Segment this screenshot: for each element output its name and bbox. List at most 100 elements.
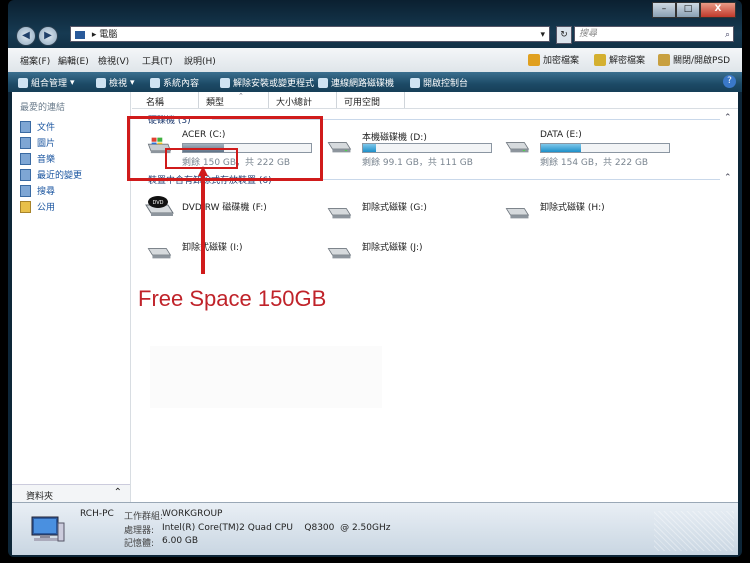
sidebar-item-label: 音樂: [37, 155, 56, 165]
detail-value: Intel(R) Core(TM)2 Quad CPU Q8300 @ 2.50…: [162, 523, 391, 533]
details-pane: RCH-PC 工作群組: WORKGROUP 處理器: Intel(R) Cor…: [12, 502, 738, 555]
search-input[interactable]: 搜尋 ⌕: [574, 26, 734, 42]
sidebar-item-search[interactable]: 搜尋: [20, 184, 55, 197]
drive-d[interactable]: 本機磁碟機 (D:) 剩餘 99.1 GB，共 111 GB: [324, 130, 504, 170]
search-folder-icon: [20, 184, 31, 197]
views-button[interactable]: 檢視 ▾: [96, 76, 135, 89]
drive-usage-bar: [540, 143, 670, 153]
address-row: ◀ ▶ ▸ 電腦 ▾ ↻ 搜尋 ⌕: [8, 22, 742, 46]
folders-toggle[interactable]: 資料夾 ⌃: [12, 484, 130, 503]
refresh-button[interactable]: ↻: [556, 26, 572, 44]
menu-file[interactable]: 檔案(F): [20, 54, 50, 67]
column-type[interactable]: 類型: [206, 95, 224, 108]
sidebar-item-music[interactable]: 音樂: [20, 152, 55, 165]
detail-label: 處理器:: [124, 526, 155, 536]
open-control-panel-button[interactable]: 開啟控制台: [410, 76, 468, 89]
drive-name: 卸除式磁碟 (J:): [362, 243, 423, 253]
encrypt-file-label: 加密檔案: [543, 56, 580, 66]
detail-label: 工作群組:: [124, 512, 164, 522]
key-icon: [594, 53, 606, 66]
sidebar-item-label: 圖片: [37, 139, 56, 149]
annotation-arrow: [201, 176, 205, 274]
chevron-up-icon: ⌃: [113, 487, 122, 498]
sidebar-item-documents[interactable]: 文件: [20, 120, 55, 133]
hard-drive-icon: [505, 142, 530, 153]
chevron-up-icon[interactable]: ⌃: [724, 113, 732, 123]
maximize-button[interactable]: □: [676, 2, 700, 18]
drive-h[interactable]: 卸除式磁碟 (H:): [502, 196, 682, 228]
menu-edit[interactable]: 編輯(E): [58, 54, 89, 67]
command-bar: 組合管理 ▾ 檢視 ▾ 系統內容 解除安裝或變更程式 連線網路磁碟機 開啟控制台…: [8, 72, 742, 92]
drive-f[interactable]: DVD DVD RW 磁碟機 (F:): [144, 196, 324, 228]
column-divider[interactable]: [336, 92, 337, 108]
drive-name: 卸除式磁碟 (I:): [182, 243, 243, 253]
annotation-label: Free Space 150GB: [138, 286, 327, 311]
search-icon[interactable]: ⌕: [725, 28, 730, 42]
sort-arrow-icon: ⌃: [238, 92, 244, 100]
pictures-icon: [20, 136, 31, 149]
help-icon[interactable]: ?: [723, 75, 736, 88]
drive-i[interactable]: 卸除式磁碟 (I:): [144, 236, 324, 268]
decrypt-file-action[interactable]: 解密檔案: [594, 53, 645, 66]
column-total-size[interactable]: 大小總計: [276, 95, 312, 108]
details-pane-pattern: [654, 511, 734, 551]
column-free-space[interactable]: 可用空間: [344, 95, 380, 108]
system-properties-label: 系統內容: [163, 79, 200, 89]
address-dropdown-icon[interactable]: ▾: [540, 27, 545, 43]
address-separator: ▸: [91, 30, 97, 40]
chevron-up-icon[interactable]: ⌃: [724, 173, 732, 183]
sidebar-item-pictures[interactable]: 圖片: [20, 136, 55, 149]
detail-value: 6.00 GB: [162, 536, 199, 546]
menu-bar: 檔案(F) 編輯(E) 檢視(V) 工具(T) 說明(H) 加密檔案 解密檔案 …: [8, 48, 742, 73]
detail-label: 記憶體:: [124, 539, 155, 549]
content-area: 最愛的連結 文件 圖片 音樂 最近的變更 搜尋 公用 資料夾 ⌃ 名稱 類型 ⌃…: [12, 92, 738, 503]
svg-text:DVD: DVD: [152, 200, 163, 206]
forward-button[interactable]: ▶: [38, 26, 58, 46]
search-placeholder: 搜尋: [579, 29, 598, 39]
uninstall-program-label: 解除安裝或變更程式: [233, 79, 315, 89]
sidebar-item-label: 文件: [37, 123, 56, 133]
folder-icon: [20, 200, 31, 213]
close-button[interactable]: X: [700, 2, 736, 18]
drive-j[interactable]: 卸除式磁碟 (J:): [324, 236, 504, 268]
drive-g[interactable]: 卸除式磁碟 (G:): [324, 196, 504, 228]
views-label: 檢視: [109, 79, 128, 89]
column-divider[interactable]: [268, 92, 269, 108]
map-network-drive-button[interactable]: 連線網路磁碟機: [318, 76, 394, 89]
system-properties-button[interactable]: 系統內容: [150, 76, 199, 89]
arrow-up-icon: [198, 166, 208, 176]
address-bar[interactable]: ▸ 電腦 ▾: [70, 26, 550, 42]
drive-name: 卸除式磁碟 (H:): [540, 203, 605, 213]
sidebar-item-recent[interactable]: 最近的變更: [20, 168, 82, 181]
network-drive-icon: [318, 77, 328, 88]
minimize-button[interactable]: –: [652, 2, 676, 18]
navigation-pane: 最愛的連結 文件 圖片 音樂 最近的變更 搜尋 公用 資料夾 ⌃: [12, 92, 131, 503]
folders-label: 資料夾: [26, 492, 54, 502]
drive-free-space: 剩餘 99.1 GB，共 111 GB: [362, 158, 473, 168]
control-panel-icon: [410, 77, 420, 88]
drive-name: 卸除式磁碟 (G:): [362, 203, 427, 213]
column-divider[interactable]: [404, 92, 405, 108]
column-divider[interactable]: [198, 92, 199, 108]
uninstall-program-button[interactable]: 解除安裝或變更程式: [220, 76, 314, 89]
computer-icon: [31, 516, 65, 542]
menu-help[interactable]: 說明(H): [184, 54, 216, 67]
toggle-psd-label: 關閉/開啟PSD: [673, 56, 731, 66]
back-button[interactable]: ◀: [16, 26, 36, 46]
organize-button[interactable]: 組合管理 ▾: [18, 76, 75, 89]
drive-e[interactable]: DATA (E:) 剩餘 154 GB，共 222 GB: [502, 130, 682, 170]
sidebar-item-public[interactable]: 公用: [20, 200, 55, 213]
documents-icon: [20, 120, 31, 133]
removable-drive-icon: [505, 208, 530, 219]
lock-icon: [528, 53, 540, 66]
sidebar-item-label: 搜尋: [37, 187, 56, 197]
menu-view[interactable]: 檢視(V): [98, 54, 129, 67]
favorite-links-heading: 最愛的連結: [20, 103, 66, 113]
drive-name: DVD RW 磁碟機 (F:): [182, 203, 267, 213]
drive-lock-icon: [658, 53, 670, 66]
menu-tools[interactable]: 工具(T): [142, 54, 173, 67]
organize-label: 組合管理: [31, 79, 68, 89]
encrypt-file-action[interactable]: 加密檔案: [528, 53, 579, 66]
toggle-psd-action[interactable]: 關閉/開啟PSD: [658, 53, 730, 66]
column-name[interactable]: 名稱: [146, 95, 164, 108]
